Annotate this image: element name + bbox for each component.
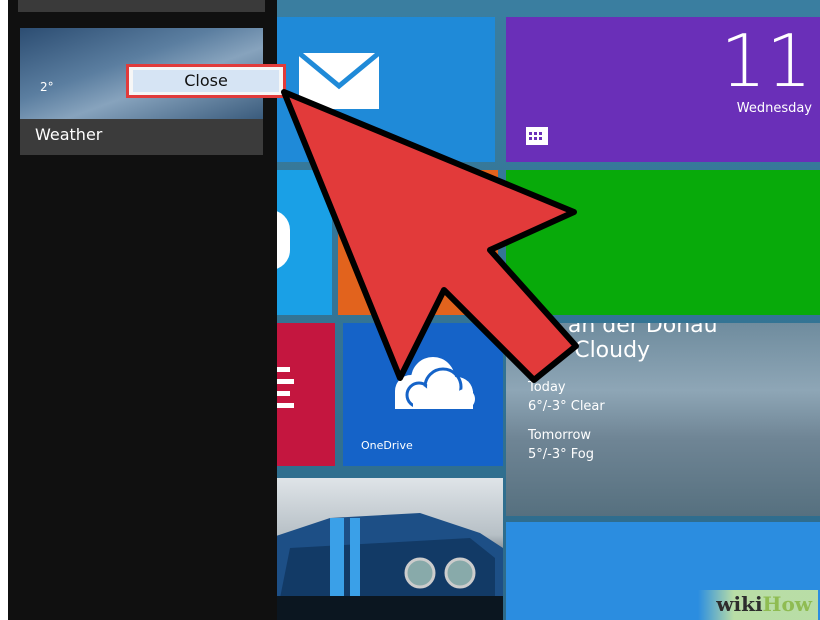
watermark-suffix: How: [762, 592, 812, 616]
screen: 11 Wednesday OneDrive ms an der Donau st…: [8, 0, 820, 620]
onedrive-cloud-icon: [395, 357, 475, 409]
skype-tile[interactable]: [270, 170, 332, 315]
weather-today-label: Today: [528, 380, 566, 395]
photos-tile[interactable]: [270, 478, 503, 620]
watermark-text: wikiHow: [716, 592, 812, 616]
weather-app-title: Weather: [35, 125, 103, 144]
weather-tomorrow-forecast: 5°/-3° Fog: [528, 447, 594, 462]
weather-tomorrow-label: Tomorrow: [528, 428, 592, 443]
mail-icon: [298, 52, 380, 109]
calendar-icon: [526, 127, 548, 145]
calendar-weekday: Wednesday: [736, 101, 812, 116]
news-tile[interactable]: [270, 323, 335, 466]
orange-tile[interactable]: [338, 170, 498, 315]
calendar-tile[interactable]: 11 Wednesday: [506, 17, 820, 162]
watermark: wikiHow: [698, 590, 818, 620]
previous-app-card[interactable]: [18, 0, 265, 12]
weather-city: ms an der Donau: [528, 323, 718, 338]
mail-tile[interactable]: [270, 17, 495, 162]
news-icon: [276, 367, 294, 408]
context-menu: Close: [126, 64, 286, 98]
weather-today-forecast: 6°/-3° Clear: [528, 399, 605, 414]
car-photo: [270, 513, 503, 620]
onedrive-tile[interactable]: OneDrive: [343, 323, 503, 466]
close-menu-item[interactable]: Close: [133, 70, 279, 92]
weather-condition: stly Cloudy: [528, 338, 651, 363]
calendar-day: 11: [720, 19, 812, 103]
watermark-prefix: wiki: [716, 592, 763, 616]
thumbnail-temperature: 2°: [40, 80, 54, 94]
weather-tile[interactable]: ms an der Donau stly Cloudy Today 6°/-3°…: [506, 323, 820, 516]
onedrive-label: OneDrive: [361, 439, 413, 452]
store-tile[interactable]: [506, 170, 820, 315]
